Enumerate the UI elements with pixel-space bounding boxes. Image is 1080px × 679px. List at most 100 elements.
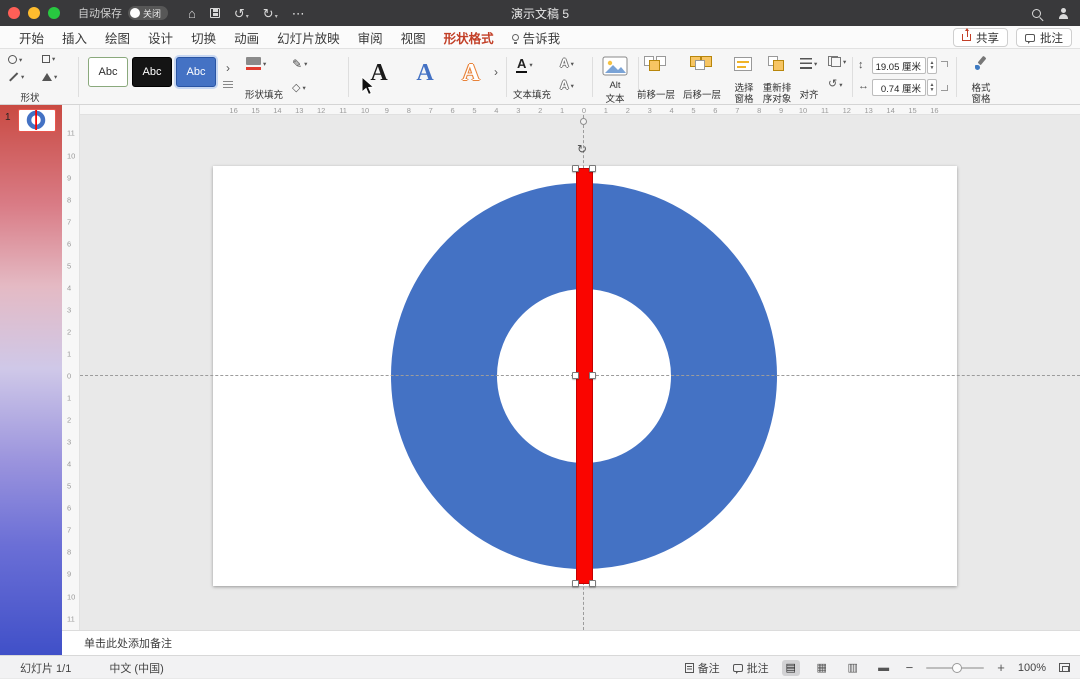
- ruler-tick-label: 12: [317, 106, 326, 115]
- rotation-handle-icon[interactable]: ↻: [577, 142, 587, 156]
- ribbon-tabs: 开始 插入 绘图 设计 切换 动画 幻灯片放映 审阅 视图 形状格式 告诉我: [10, 26, 569, 51]
- ribbon-tab-bar: 开始 插入 绘图 设计 切换 动画 幻灯片放映 审阅 视图 形状格式 告诉我 共享 批注: [0, 26, 1080, 51]
- format-pane-button[interactable]: [972, 56, 988, 72]
- zoom-in-button[interactable]: +: [997, 660, 1005, 675]
- rect-shape-icon: [42, 55, 50, 63]
- height-icon: ↕: [858, 59, 864, 71]
- home-icon[interactable]: ⌂: [188, 7, 196, 20]
- align-button[interactable]: ▾: [800, 58, 817, 69]
- bring-forward-button[interactable]: [644, 56, 666, 73]
- text-fill-button[interactable]: A ▾: [516, 56, 533, 74]
- editing-canvas[interactable]: ↻: [80, 115, 1080, 630]
- slide-counter: 幻灯片 1/1: [20, 662, 72, 675]
- tab-design[interactable]: 设计: [144, 26, 177, 49]
- notes-area[interactable]: 单击此处添加备注: [62, 630, 1080, 655]
- fit-to-window-icon[interactable]: [1059, 663, 1070, 672]
- shape-fill-button[interactable]: ▾: [246, 57, 266, 70]
- text-fill-icon: A: [516, 56, 528, 74]
- presenter-view-button[interactable]: ▬: [875, 660, 893, 676]
- close-window-button[interactable]: [8, 7, 20, 19]
- send-backward-button[interactable]: [690, 56, 712, 73]
- tab-tell-me[interactable]: 告诉我: [508, 26, 565, 49]
- shape-style-3-selected[interactable]: Abc: [176, 57, 216, 87]
- share-button[interactable]: 共享: [953, 28, 1008, 47]
- text-style-2[interactable]: A: [404, 55, 446, 91]
- ribbon: ▾ ▾ ▾ ▾ 形状 Abc Abc Abc › ▾ ✎ ▾ 形状填充 ◇ ▾ A …: [0, 49, 1080, 105]
- shape-width-input[interactable]: 0.74 厘米: [872, 79, 926, 96]
- zoom-level[interactable]: 100%: [1018, 662, 1046, 674]
- ruler-tick-label: 4: [67, 459, 72, 469]
- slide-sorter-view-button[interactable]: ▦: [813, 660, 831, 676]
- insert-shape-rect-button[interactable]: ▾: [42, 55, 55, 63]
- text-effects-icon: A: [560, 78, 569, 92]
- comments-icon: [732, 663, 743, 674]
- language-indicator[interactable]: 中文 (中国): [109, 660, 163, 676]
- ruler-tick-label: 13: [864, 106, 873, 115]
- autosave-control[interactable]: 自动保存 关闭: [78, 5, 169, 21]
- shape-height-input[interactable]: 19.05 厘米: [872, 57, 926, 74]
- normal-view-button[interactable]: ▤: [781, 659, 800, 676]
- more-commands-icon[interactable]: ⋯: [292, 7, 305, 20]
- notes-toggle-button[interactable]: 备注: [684, 660, 720, 676]
- shape-outline-button[interactable]: ✎ ▾: [292, 57, 307, 71]
- tab-view[interactable]: 视图: [397, 26, 430, 49]
- style-gallery-expand-icon[interactable]: ›: [226, 61, 230, 75]
- triangle-shape-icon: [42, 73, 52, 81]
- reading-view-button[interactable]: ▥: [844, 660, 862, 676]
- undo-icon[interactable]: ↺ ▾: [234, 7, 249, 20]
- tab-home[interactable]: 开始: [15, 26, 48, 49]
- tab-draw[interactable]: 绘图: [101, 26, 134, 49]
- text-style-3[interactable]: A: [450, 55, 492, 91]
- tab-review[interactable]: 审阅: [354, 26, 387, 49]
- insert-shape-line-button[interactable]: ▾: [8, 72, 24, 82]
- save-icon[interactable]: [209, 8, 220, 18]
- shape-style-1[interactable]: Abc: [88, 57, 128, 87]
- horizontal-ruler[interactable]: 16 15 14 13 12 11 10 9 8 7 6 5 4 3 2 1 0 1 2 3 4 5 6 7 8 9 10 11 12 1…: [80, 105, 1080, 115]
- zoom-slider[interactable]: [926, 662, 985, 673]
- rotate-icon: ↺: [828, 78, 838, 90]
- insert-shape-triangle-button[interactable]: ▾: [42, 73, 57, 81]
- handle-bottom-left[interactable]: [572, 580, 579, 587]
- thumbnail-preview: [26, 110, 46, 130]
- shape-style-2[interactable]: Abc: [132, 57, 172, 87]
- zoom-slider-knob[interactable]: [952, 662, 963, 673]
- selection-pane-button[interactable]: [734, 57, 752, 71]
- slide-thumbnail[interactable]: [18, 109, 56, 132]
- alt-text-button[interactable]: [602, 56, 628, 81]
- tab-transitions[interactable]: 切换: [187, 26, 220, 49]
- text-effects-button[interactable]: A ▾: [560, 78, 574, 92]
- style-gallery-more-icon[interactable]: [223, 81, 233, 88]
- shape-fill-label: 形状填充: [244, 90, 283, 101]
- text-style-gallery-expand-icon[interactable]: ›: [494, 65, 498, 79]
- shape-effects-button[interactable]: ◇ ▾: [292, 81, 306, 94]
- height-stepper[interactable]: ▲ ▼: [927, 57, 937, 74]
- handle-bottom-right[interactable]: [589, 580, 596, 587]
- vertical-ruler[interactable]: 11 10 9 8 7 6 5 4 3 2 1 0 1 2 3 4 5 6 7 8 9 10 11: [62, 105, 80, 630]
- line-shape-icon: [9, 72, 18, 82]
- comments-toggle-button[interactable]: 批注: [732, 660, 769, 676]
- insert-shape-oval-button[interactable]: ▾: [8, 55, 22, 64]
- comments-button[interactable]: 批注: [1016, 28, 1072, 47]
- rotate-button[interactable]: ↺ ▾: [828, 79, 842, 90]
- zoom-window-button[interactable]: [48, 7, 60, 19]
- group-button[interactable]: ▾: [828, 56, 846, 67]
- handle-top-left[interactable]: [572, 165, 579, 172]
- text-outline-button[interactable]: A ▾: [560, 56, 574, 70]
- tab-insert[interactable]: 插入: [58, 26, 91, 49]
- width-stepper[interactable]: ▲ ▼: [927, 79, 937, 96]
- zoom-out-button[interactable]: −: [906, 660, 914, 675]
- tab-slideshow[interactable]: 幻灯片放映: [273, 26, 344, 49]
- tab-shape-format[interactable]: 形状格式: [440, 26, 498, 51]
- minimize-window-button[interactable]: [28, 7, 40, 19]
- reorder-objects-icon: [766, 56, 788, 73]
- autosave-toggle[interactable]: 关闭: [128, 6, 169, 20]
- guide-handle-icon[interactable]: [580, 118, 587, 125]
- reorder-objects-button[interactable]: [766, 56, 788, 73]
- handle-top-right[interactable]: [589, 165, 596, 172]
- handle-mid-left[interactable]: [572, 372, 579, 379]
- account-icon[interactable]: [1057, 7, 1070, 19]
- search-icon[interactable]: [1032, 8, 1041, 18]
- tab-animations[interactable]: 动画: [230, 26, 263, 49]
- handle-mid-right[interactable]: [589, 372, 596, 379]
- redo-icon[interactable]: ↻ ▾: [263, 7, 278, 20]
